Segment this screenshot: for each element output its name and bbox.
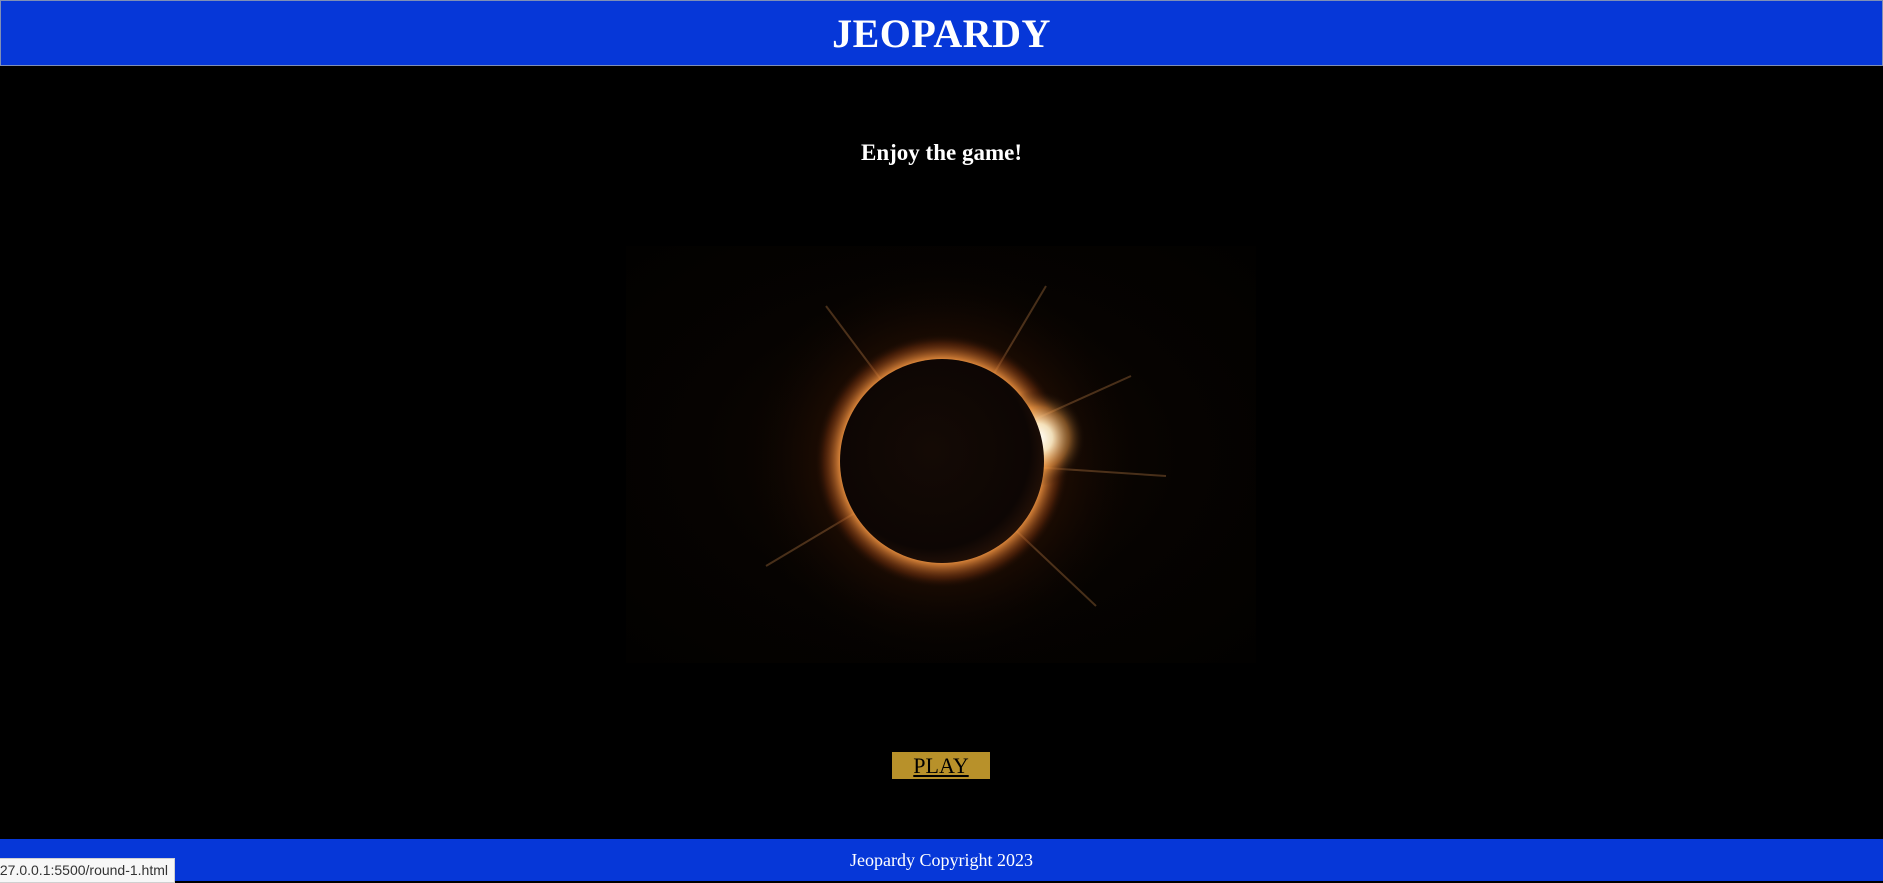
eclipse-image (626, 246, 1256, 663)
copyright-text: Jeopardy Copyright 2023 (850, 849, 1033, 870)
page-title: JEOPARDY (832, 10, 1051, 56)
page-header: JEOPARDY (0, 0, 1883, 66)
play-button[interactable]: PLAY (892, 752, 990, 779)
tagline: Enjoy the game! (861, 140, 1022, 165)
status-bar-url: 127.0.0.1:5500/round-1.html (0, 858, 175, 883)
page-footer: Jeopardy Copyright 2023 (0, 839, 1883, 881)
